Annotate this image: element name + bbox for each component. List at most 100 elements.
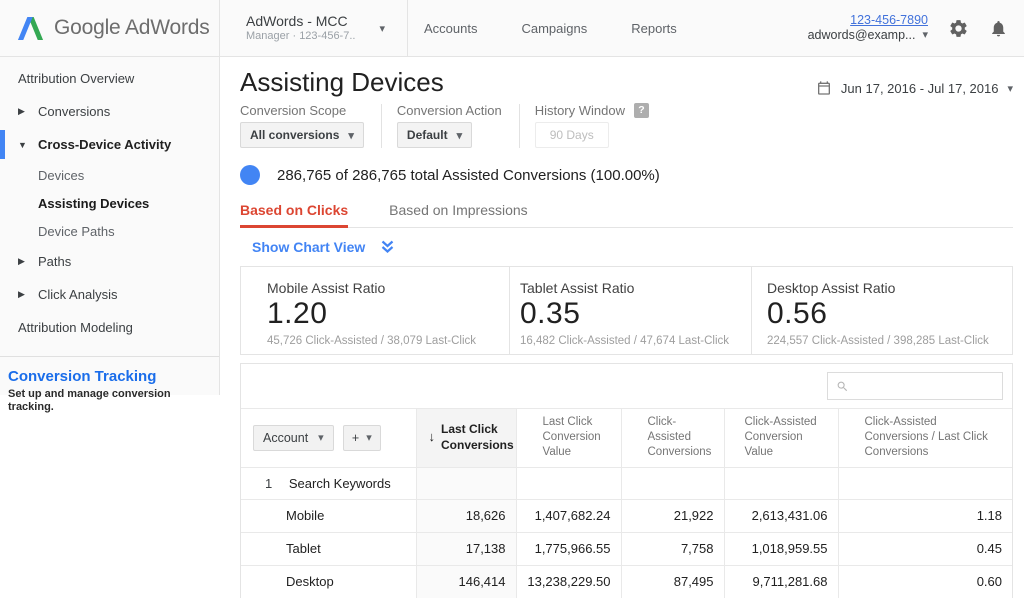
- cell: 18,626: [416, 499, 516, 532]
- adwords-app: Google AdWords AdWords - MCC Manager · 1…: [0, 0, 1024, 598]
- sidebar-item-assisting-devices[interactable]: Assisting Devices: [0, 189, 219, 217]
- history-window-value: 90 Days: [535, 122, 609, 148]
- gear-icon: [948, 18, 969, 39]
- brand-name: Google AdWords: [54, 16, 210, 40]
- column-header-click-assisted-conversions[interactable]: Click-Assisted Conversions: [621, 409, 724, 467]
- sidebar-item-paths[interactable]: ▶ Paths: [0, 245, 219, 278]
- top-bar-right: 123-456-7890 adwords@examp... ▾: [808, 13, 1024, 43]
- sidebar-item-conversions[interactable]: ▶ Conversions: [0, 95, 219, 128]
- conversion-tracking-link[interactable]: Conversion Tracking: [8, 368, 207, 386]
- account-switcher-title: AdWords - MCC: [246, 13, 355, 29]
- card-title: Desktop Assist Ratio: [767, 280, 1012, 296]
- conversion-scope-label: Conversion Scope: [240, 102, 364, 118]
- column-header-click-assisted-conversion-value[interactable]: Click-Assisted Conversion Value: [724, 409, 838, 467]
- card-title: Mobile Assist Ratio: [267, 280, 509, 296]
- segment-header-cell: Account ▾ + ▾: [241, 409, 416, 467]
- date-range-picker[interactable]: Jun 17, 2016 - Jul 17, 2016 ▾: [816, 80, 1013, 96]
- cell: 1,775,966.55: [516, 532, 621, 565]
- nav-item-campaigns[interactable]: Campaigns: [521, 21, 587, 36]
- filter-bar: Conversion Scope All conversions ▾ Conve…: [240, 102, 1013, 148]
- chevron-down-icon: ▾: [922, 28, 928, 43]
- card-detail: 45,726 Click-Assisted / 38,079 Last-Clic…: [267, 335, 509, 347]
- sort-descending-icon: ↓: [429, 429, 436, 446]
- sidebar: Attribution Overview ▶ Conversions ▼ Cro…: [0, 57, 220, 395]
- main-content: Assisting Devices Jun 17, 2016 - Jul 17,…: [220, 57, 1024, 598]
- cell: 1.18: [838, 499, 1012, 532]
- sidebar-item-click-analysis[interactable]: ▶ Click Analysis: [0, 278, 219, 311]
- cell: 1,018,959.55: [724, 532, 838, 565]
- account-switcher[interactable]: AdWords - MCC Manager · 123-456-7.. ▾: [220, 0, 408, 56]
- nav-item-reports[interactable]: Reports: [631, 21, 677, 36]
- triangle-right-icon: ▶: [18, 289, 29, 300]
- column-header-assist-ratio[interactable]: Click-Assisted Conversions / Last Click …: [838, 409, 1012, 467]
- chevron-down-icon: ▾: [348, 129, 354, 142]
- user-menu[interactable]: adwords@examp... ▾: [808, 28, 928, 43]
- help-icon[interactable]: ?: [634, 103, 649, 118]
- notifications-button[interactable]: [989, 18, 1008, 39]
- cell: 87,495: [621, 565, 724, 598]
- chevron-down-icon: ▾: [366, 431, 372, 444]
- table-row-mobile: Mobile 18,626 1,407,682.24 21,922 2,613,…: [241, 499, 1012, 532]
- conversion-action-group: Conversion Action Default ▾: [397, 102, 502, 148]
- segment-select-button[interactable]: Account ▾: [253, 425, 334, 451]
- filter-divider: [519, 104, 520, 148]
- active-section-indicator: [0, 130, 5, 159]
- card-title: Tablet Assist Ratio: [520, 280, 751, 296]
- conversion-action-select[interactable]: Default ▾: [397, 122, 472, 148]
- triangle-down-icon: ▼: [18, 140, 29, 150]
- top-navigation: Accounts Campaigns Reports: [424, 21, 677, 36]
- nav-item-accounts[interactable]: Accounts: [424, 21, 477, 36]
- conversion-tracking-description: Set up and manage conversion tracking.: [8, 388, 207, 414]
- tab-based-on-clicks[interactable]: Based on Clicks: [240, 196, 348, 228]
- card-detail: 16,482 Click-Assisted / 47,674 Last-Clic…: [520, 335, 751, 347]
- table-search-input[interactable]: [855, 379, 1002, 393]
- table-row-tablet: Tablet 17,138 1,775,966.55 7,758 1,018,9…: [241, 532, 1012, 565]
- settings-button[interactable]: [948, 18, 969, 39]
- search-icon: [836, 380, 849, 393]
- chevron-down-icon: ▾: [379, 22, 385, 35]
- sidebar-item-attribution-overview[interactable]: Attribution Overview: [0, 62, 219, 95]
- assisting-devices-table: Account ▾ + ▾ ↓: [241, 409, 1012, 598]
- cell: 0.45: [838, 532, 1012, 565]
- sidebar-item-attribution-modeling[interactable]: Attribution Modeling: [0, 311, 219, 344]
- table-group-row: 1 Search Keywords: [241, 467, 1012, 499]
- card-value: 0.56: [767, 299, 1012, 329]
- sidebar-item-devices[interactable]: Devices: [0, 161, 219, 189]
- data-table-panel: Account ▾ + ▾ ↓: [240, 363, 1013, 598]
- filter-divider: [381, 104, 382, 148]
- history-window-label: History Window ?: [535, 102, 649, 118]
- page-head: Assisting Devices Jun 17, 2016 - Jul 17,…: [240, 68, 1013, 96]
- sidebar-footer: Conversion Tracking Set up and manage co…: [0, 356, 219, 414]
- cell: 21,922: [621, 499, 724, 532]
- cell: 2,613,431.06: [724, 499, 838, 532]
- sidebar-item-cross-device-activity[interactable]: ▼ Cross-Device Activity: [0, 128, 219, 161]
- column-header-last-click-conversions[interactable]: ↓ Last Click Conversions: [416, 409, 516, 467]
- card-value: 1.20: [267, 299, 509, 329]
- table-toolbar: [241, 364, 1012, 409]
- account-switcher-subtitle: Manager · 123-456-7..: [246, 29, 355, 43]
- tab-based-on-impressions[interactable]: Based on Impressions: [389, 196, 528, 228]
- top-bar: Google AdWords AdWords - MCC Manager · 1…: [0, 0, 1024, 57]
- show-chart-view-link[interactable]: Show Chart View: [240, 237, 1013, 257]
- history-window-group: History Window ? 90 Days: [535, 102, 649, 148]
- tab-bar: Based on Clicks Based on Impressions: [240, 196, 1013, 228]
- cell: 7,758: [621, 532, 724, 565]
- card-tablet-assist-ratio: Tablet Assist Ratio 0.35 16,482 Click-As…: [509, 267, 751, 354]
- chevron-down-icon: ▾: [457, 129, 463, 142]
- sidebar-item-device-paths[interactable]: Device Paths: [0, 217, 219, 245]
- conversion-scope-select[interactable]: All conversions ▾: [240, 122, 364, 148]
- card-detail: 224,557 Click-Assisted / 398,285 Last-Cl…: [767, 335, 1012, 347]
- phone-link[interactable]: 123-456-7890: [808, 13, 928, 28]
- column-header-last-click-conversion-value[interactable]: Last Click Conversion Value: [516, 409, 621, 467]
- conversion-action-label: Conversion Action: [397, 102, 502, 118]
- add-segment-button[interactable]: + ▾: [343, 425, 381, 451]
- user-block: 123-456-7890 adwords@examp... ▾: [808, 13, 928, 43]
- chevron-down-icon: ▾: [1007, 82, 1013, 95]
- cell: 146,414: [416, 565, 516, 598]
- cell: 17,138: [416, 532, 516, 565]
- conversion-scope-group: Conversion Scope All conversions ▾: [240, 102, 364, 148]
- group-row-label: 1 Search Keywords: [241, 467, 416, 499]
- cell: 1,407,682.24: [516, 499, 621, 532]
- cell: 0.60: [838, 565, 1012, 598]
- double-chevron-down-icon: [380, 240, 395, 254]
